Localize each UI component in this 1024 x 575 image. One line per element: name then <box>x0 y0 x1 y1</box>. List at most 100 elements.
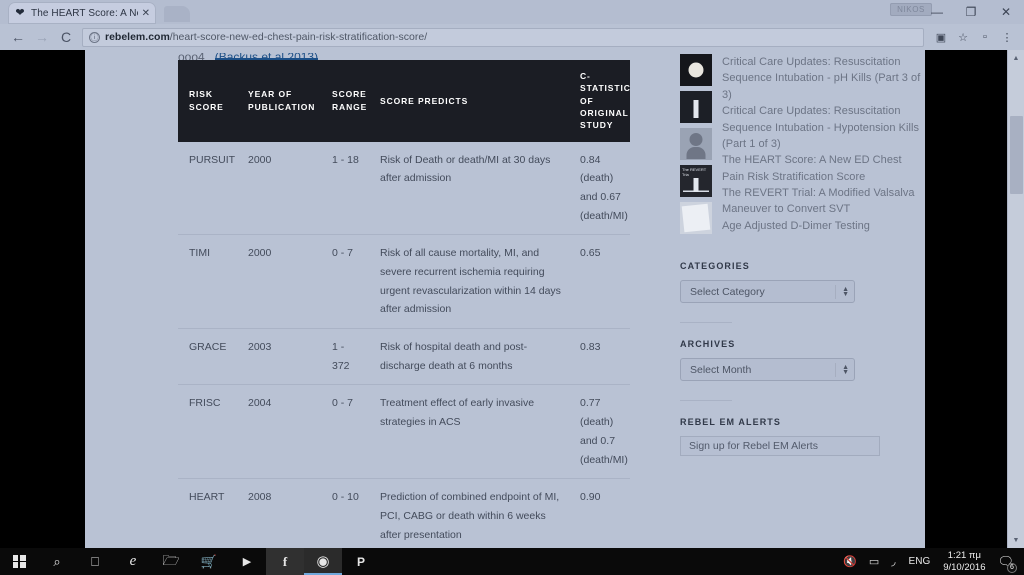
system-tray: 🔇 ▭ ◞ ENG 1:21 πμ 9/10/2016 🗨 6 <box>837 550 1024 574</box>
sidebar: The REVERT Tria Critical Care Updates: R… <box>675 50 925 548</box>
volume-muted-icon[interactable]: 🔇 <box>843 555 857 568</box>
post-thumbnail-icon[interactable] <box>680 202 712 234</box>
cell-cstat: 0.84 (death) and 0.67 (death/MI) <box>572 141 630 236</box>
start-button[interactable] <box>0 548 38 575</box>
cell-range: 1 - 18 <box>324 141 372 236</box>
cell-year: 2000 <box>240 141 324 236</box>
alerts-widget: REBEL EM ALERTS Sign up for Rebel EM Ale… <box>675 417 925 456</box>
post-thumbnail-icon[interactable] <box>680 54 712 86</box>
browser-tab[interactable]: ❤ The HEART Score: A New ✕ <box>8 2 156 24</box>
cell-predicts: Treatment effect of early invasive strat… <box>372 384 572 480</box>
file-explorer-icon[interactable]: 🗁 <box>152 548 190 575</box>
cell-range: 0 - 7 <box>324 234 372 330</box>
chevron-updown-icon: ▲ ▼ <box>835 284 849 299</box>
table-body: PURSUIT 2000 1 - 18 Risk of Death or dea… <box>178 141 630 548</box>
risk-scores-table: RISK SCORE YEAR OF PUBLICATION SCORE RAN… <box>178 60 630 548</box>
new-tab-button[interactable] <box>164 6 190 22</box>
translate-icon[interactable]: ▣ <box>930 26 952 48</box>
category-select-value: Select Category <box>690 285 765 298</box>
post-thumbnail-icon[interactable] <box>680 91 712 123</box>
screen: ❤ The HEART Score: A New ✕ NIKOS — ❐ ✕ ←… <box>0 0 1024 575</box>
recent-post-link[interactable]: Age Adjusted D-Dimer Testing <box>722 218 925 234</box>
cell-range: 0 - 10 <box>332 491 359 504</box>
media-player-icon[interactable]: ▶ <box>228 548 266 575</box>
notification-count-badge: 6 <box>1007 562 1017 573</box>
close-button[interactable]: ✕ <box>988 0 1024 24</box>
scrollbar-thumb[interactable] <box>1010 116 1023 194</box>
language-indicator[interactable]: ENG <box>909 556 931 567</box>
archives-select[interactable]: Select Month ▲ ▼ <box>680 358 855 381</box>
cell-risk-score: TIMI <box>178 234 240 330</box>
wifi-icon[interactable]: ◞ <box>891 555 895 568</box>
recent-post-link[interactable]: The HEART Score: A New ED Chest Pain Ris… <box>722 152 925 185</box>
clock[interactable]: 1:21 πμ 9/10/2016 <box>943 550 985 574</box>
cell-predicts: Risk of all cause mortality, MI, and sev… <box>372 234 572 330</box>
cell-risk-score: PURSUIT <box>178 141 240 236</box>
notifications-icon[interactable]: 🗨 6 <box>997 554 1017 573</box>
scroll-up-arrow-icon[interactable]: ▲ <box>1008 50 1024 66</box>
cell-cstat: 0.83 <box>572 328 630 386</box>
cell-predicts: Risk of hospital death and post-discharg… <box>372 328 572 386</box>
url-path: /heart-score-new-ed-chest-pain-risk-stra… <box>169 31 428 43</box>
alerts-email-input[interactable]: Sign up for Rebel EM Alerts <box>680 436 880 456</box>
window-controls: — ❐ ✕ <box>920 0 1024 24</box>
task-view-icon[interactable]: ⎕ <box>76 548 114 575</box>
table-row: GRACE 2003 1 - 372 Risk of hospital deat… <box>178 328 630 386</box>
recent-post-link[interactable]: The REVERT Trial: A Modified Valsalva Ma… <box>722 185 925 218</box>
archives-title: ARCHIVES <box>680 339 736 349</box>
recent-post-link[interactable]: Critical Care Updates: Resuscitation Seq… <box>722 54 925 103</box>
clock-date: 9/10/2016 <box>943 561 986 573</box>
windows-logo-icon <box>12 555 26 568</box>
col-predicts: SCORE PREDICTS <box>372 60 572 142</box>
clipped-paragraph: ooo4 (Backus et al 2013) <box>178 50 675 60</box>
chrome-browser-window: ❤ The HEART Score: A New ✕ NIKOS — ❐ ✕ ←… <box>0 0 1024 548</box>
widget-divider <box>680 400 732 401</box>
category-select[interactable]: Select Category ▲ ▼ <box>680 280 855 303</box>
battery-icon[interactable]: ▭ <box>869 555 879 568</box>
recent-post-link[interactable]: Critical Care Updates: Resuscitation Seq… <box>722 103 925 152</box>
col-score-range: SCORE RANGE <box>324 60 372 142</box>
categories-title: CATEGORIES <box>680 261 750 271</box>
minimize-button[interactable]: — <box>920 0 954 24</box>
web-page: ooo4 (Backus et al 2013) RISK SCORE YEAR… <box>85 50 925 548</box>
windows-taskbar: ⌕ ⎕ e 🗁 🛒 ▶ f ◉ P 🔇 ▭ ◞ ENG 1:21 πμ 9/10… <box>0 548 1024 575</box>
cell-risk-score: GRACE <box>178 328 240 386</box>
archives-widget: ARCHIVES Select Month ▲ ▼ <box>675 339 925 381</box>
back-button[interactable]: ← <box>6 26 30 48</box>
cell-risk-score: FRISC <box>178 384 240 480</box>
scroll-down-arrow-icon[interactable]: ▼ <box>1008 532 1024 548</box>
post-thumbnail-icon[interactable]: The REVERT Tria <box>680 165 712 197</box>
recent-post-links: Critical Care Updates: Resuscitation Seq… <box>722 54 925 239</box>
search-icon[interactable]: ⌕ <box>38 548 76 575</box>
powerpoint-icon[interactable]: P <box>342 548 380 575</box>
categories-widget: CATEGORIES Select Category ▲ ▼ <box>675 261 925 303</box>
forward-button[interactable]: → <box>30 26 54 48</box>
cell-year: 2003 <box>240 328 324 386</box>
bookmark-star-icon[interactable]: ☆ <box>952 26 974 48</box>
widget-divider <box>680 322 732 323</box>
post-thumbnail-icon[interactable] <box>680 128 712 160</box>
alerts-title: REBEL EM ALERTS <box>680 417 782 427</box>
page-scrollbar[interactable]: ▲ ▼ <box>1007 50 1024 548</box>
skype-extension-icon[interactable]: ▫ <box>974 26 996 48</box>
tab-close-icon[interactable]: ✕ <box>142 8 150 19</box>
chrome-icon[interactable]: ◉ <box>304 548 342 575</box>
reload-button[interactable]: C <box>54 26 78 48</box>
alerts-input-placeholder: Sign up for Rebel EM Alerts <box>689 440 818 452</box>
cell-risk-score: HEART <box>189 491 225 504</box>
facebook-icon[interactable]: f <box>266 548 304 575</box>
chevron-updown-icon: ▲ ▼ <box>835 362 849 377</box>
col-risk-score: RISK SCORE <box>178 60 240 142</box>
microsoft-store-icon[interactable]: 🛒 <box>190 548 228 575</box>
col-c-statistic: C-STATISTIC OF ORIGINAL STUDY <box>572 60 630 142</box>
cell-cstat: 0.77 (death) and 0.7 (death/MI) <box>572 384 630 480</box>
clock-time: 1:21 πμ <box>947 549 981 561</box>
chrome-menu-icon[interactable]: ⋮ <box>996 26 1018 48</box>
maximize-button[interactable]: ❐ <box>954 0 988 24</box>
address-bar[interactable]: ⓘ rebelem.com /heart-score-new-ed-chest-… <box>82 27 924 47</box>
edge-icon[interactable]: e <box>114 548 152 575</box>
site-info-icon[interactable]: ⓘ <box>89 31 100 43</box>
tab-title: The HEART Score: A New <box>31 7 138 19</box>
clipped-link[interactable]: (Backus et al 2013) <box>214 53 319 60</box>
cell-range: 1 - 372 <box>324 328 372 386</box>
